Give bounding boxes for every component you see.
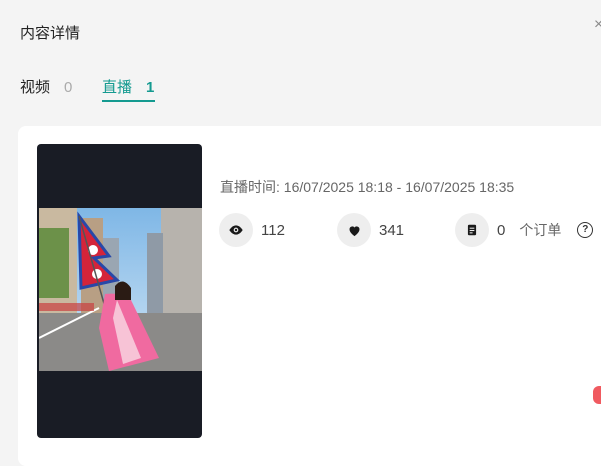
live-time: 直播时间: 16/07/2025 18:18 - 16/07/2025 18:3… bbox=[220, 177, 514, 197]
tab-video-label: 视频 bbox=[20, 79, 51, 96]
live-time-range: 16/07/2025 18:18 - 16/07/2025 18:35 bbox=[283, 179, 515, 195]
live-card: 直播时间: 16/07/2025 18:18 - 16/07/2025 18:3… bbox=[18, 126, 601, 466]
close-icon[interactable]: × bbox=[594, 16, 601, 34]
thumbnail-photo bbox=[39, 208, 202, 371]
clipboard-icon bbox=[455, 213, 489, 247]
tab-video[interactable]: 视频 0 bbox=[20, 76, 72, 97]
tab-video-count: 0 bbox=[64, 79, 73, 96]
eye-icon bbox=[219, 213, 253, 247]
orders-stat: 0 个订单 ? bbox=[455, 213, 594, 247]
active-tab-indicator bbox=[102, 100, 155, 102]
views-count: 112 bbox=[261, 221, 285, 239]
help-icon[interactable]: ? bbox=[577, 222, 594, 238]
live-time-label: 直播时间: bbox=[220, 179, 280, 195]
live-thumbnail[interactable] bbox=[37, 144, 202, 438]
heart-icon bbox=[337, 213, 371, 247]
likes-count: 341 bbox=[379, 221, 405, 239]
orders-count: 0 bbox=[497, 221, 506, 239]
views-stat: 112 bbox=[219, 213, 285, 247]
floating-badge-icon[interactable] bbox=[593, 386, 601, 404]
page-title: 内容详情 bbox=[20, 25, 81, 42]
tab-live[interactable]: 直播 1 bbox=[102, 76, 154, 97]
orders-label: 个订单 bbox=[519, 222, 562, 238]
tab-live-count: 1 bbox=[146, 79, 155, 96]
likes-stat: 341 bbox=[337, 213, 404, 247]
tab-live-label: 直播 bbox=[102, 79, 133, 96]
